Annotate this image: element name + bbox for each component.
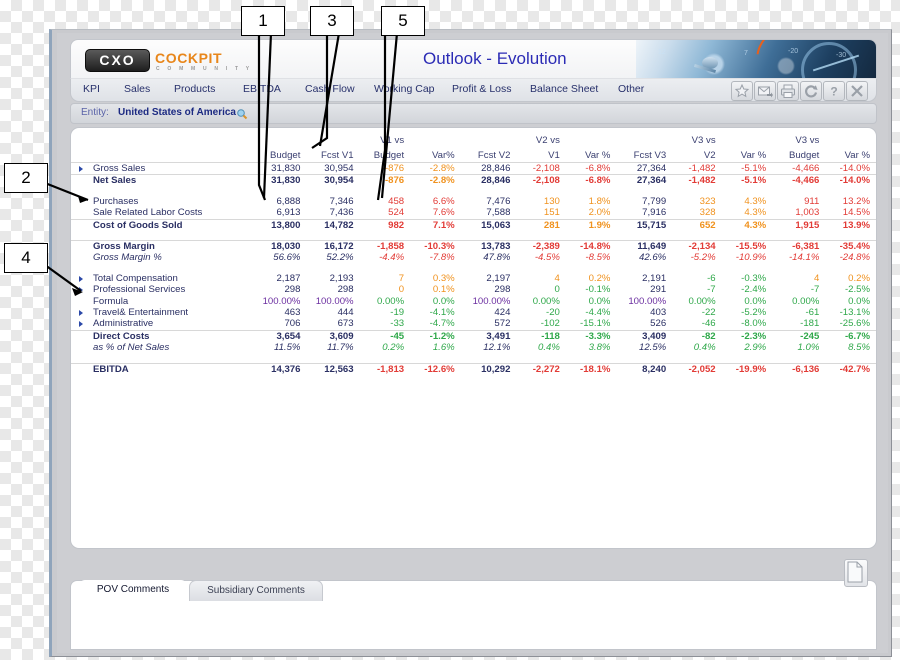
callout-3: 3	[310, 6, 354, 36]
callout-4: 4	[4, 243, 48, 273]
callout-5: 5	[381, 6, 425, 36]
callout-1: 1	[241, 6, 285, 36]
callout-leader-lines	[44, 32, 399, 296]
callout-2: 2	[4, 163, 48, 193]
